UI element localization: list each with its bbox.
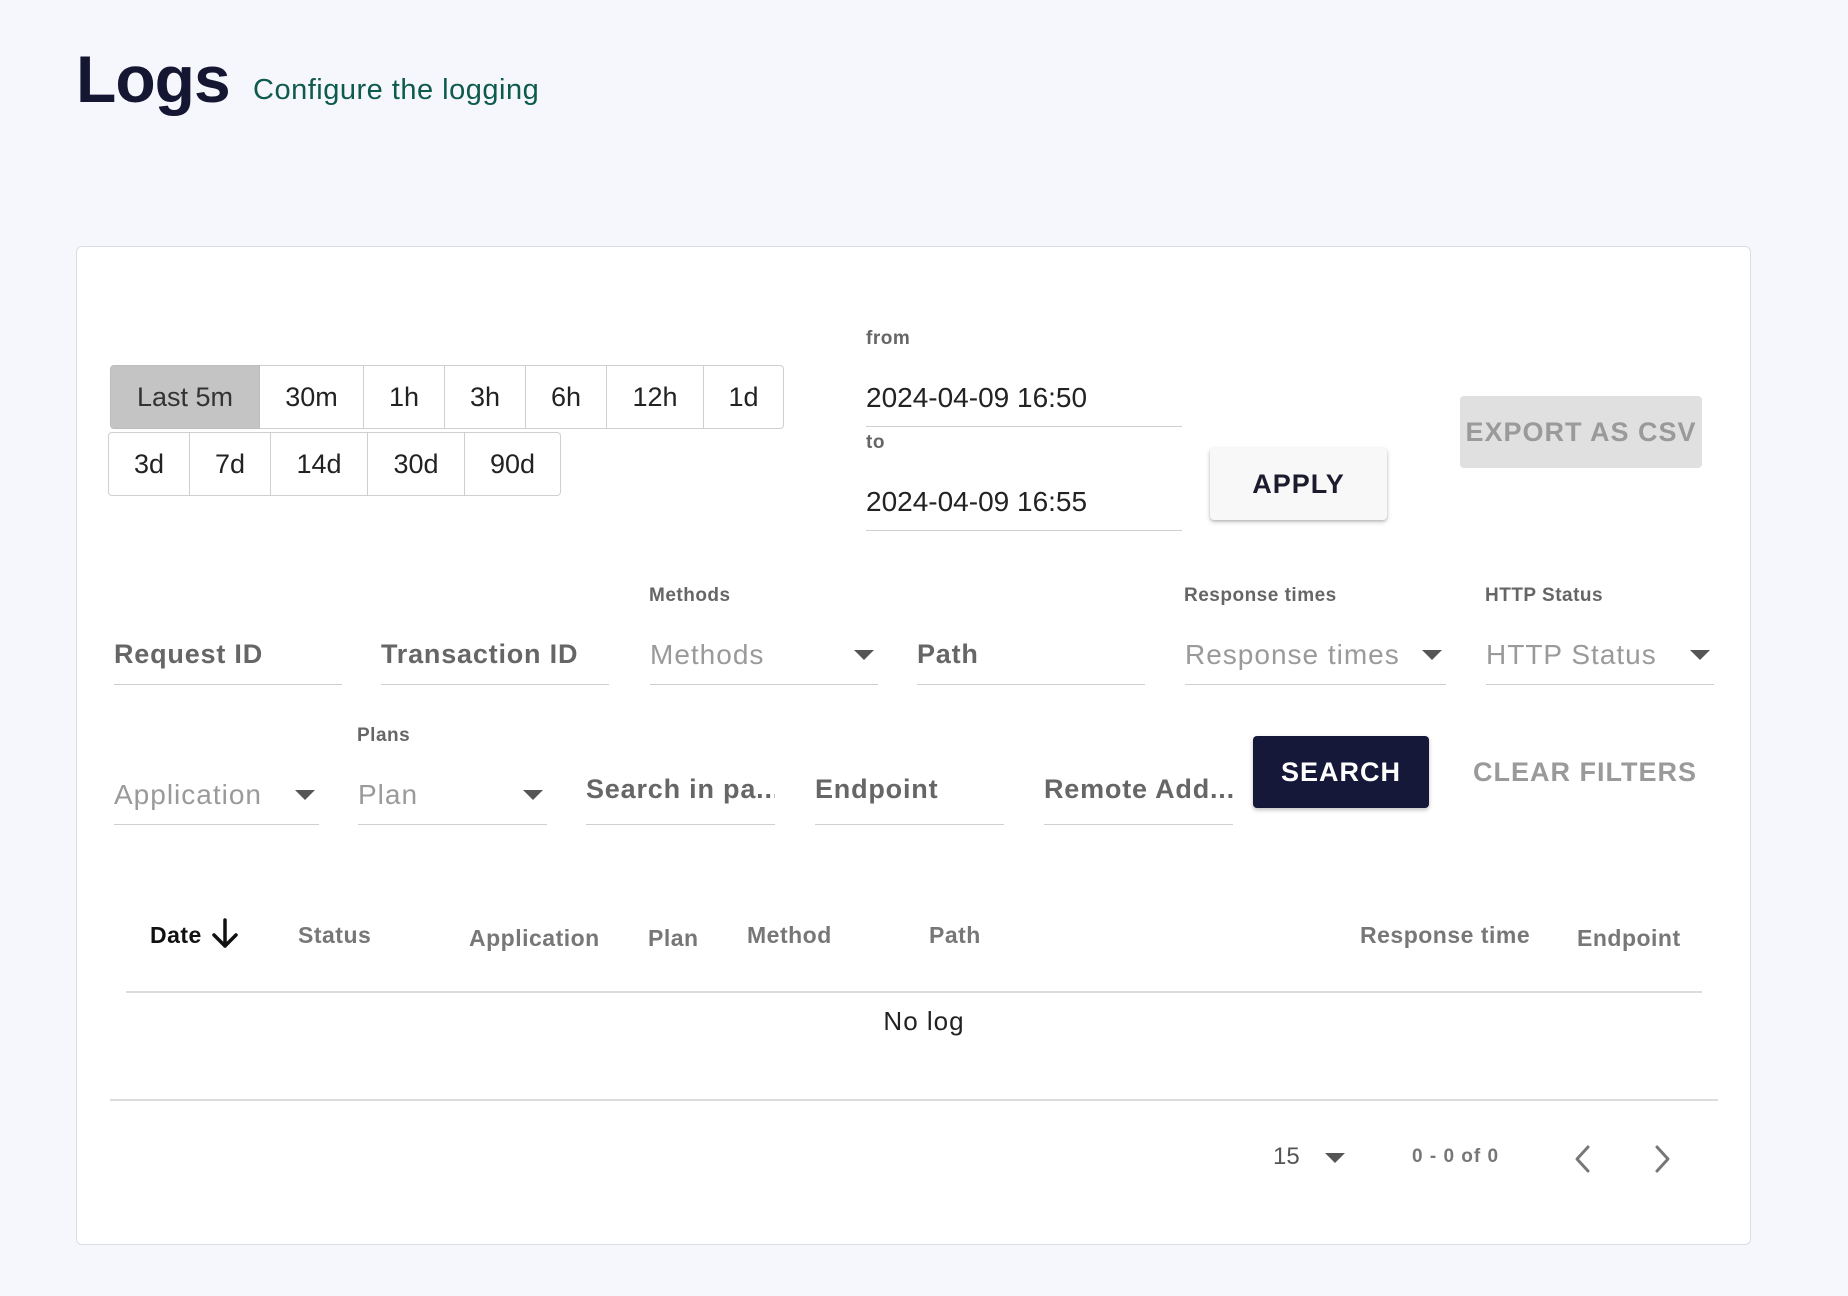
range-30d-button[interactable]: 30d [368,432,465,496]
application-placeholder: Application [114,778,262,810]
clear-filters-button[interactable]: CLEAR FILTERS [1470,736,1700,808]
range-1h-button[interactable]: 1h [364,365,445,429]
range-14d-button[interactable]: 14d [271,432,368,496]
search-payload-field[interactable]: Search in pa... [586,755,775,825]
http-status-select[interactable]: HTTP Status [1486,625,1714,685]
arrow-down-icon [212,918,238,948]
range-3d-button[interactable]: 3d [108,432,190,496]
chevron-right-icon[interactable] [1647,1141,1677,1177]
column-header-status[interactable]: Status [298,922,371,949]
pagination-range: 0 - 0 of 0 [1412,1146,1500,1167]
http-status-label: HTTP Status [1485,585,1604,606]
transaction-id-field[interactable]: Transaction ID [381,625,609,685]
chevron-down-icon [523,789,543,800]
chevron-left-icon[interactable] [1568,1141,1598,1177]
methods-select[interactable]: Methods [650,625,878,685]
empty-table-message: No log [883,1006,965,1036]
remote-address-field[interactable]: Remote Add... [1044,755,1233,825]
column-header-plan[interactable]: Plan [648,925,699,952]
methods-placeholder: Methods [650,638,765,670]
page-size-select[interactable]: 15 [1273,1143,1300,1171]
chevron-down-icon [1690,649,1710,660]
http-status-placeholder: HTTP Status [1486,638,1657,670]
to-label: to [866,432,885,453]
from-date-input[interactable]: 2024-04-09 16:50 [866,378,1182,427]
path-field[interactable]: Path [917,625,1145,685]
response-times-select[interactable]: Response times [1185,625,1446,685]
response-times-placeholder: Response times [1185,638,1400,670]
range-6h-button[interactable]: 6h [526,365,607,429]
range-30m-button[interactable]: 30m [260,365,364,429]
range-3h-button[interactable]: 3h [445,365,526,429]
table-header-divider [126,991,1702,993]
request-id-field[interactable]: Request ID [114,625,342,685]
plan-select[interactable]: Plan [358,765,547,825]
from-label: from [866,328,911,349]
column-header-method[interactable]: Method [747,922,832,949]
table-footer-divider [110,1099,1718,1101]
response-times-label: Response times [1184,585,1337,606]
application-select[interactable]: Application [114,765,319,825]
methods-label: Methods [649,585,731,606]
chevron-down-icon[interactable] [1325,1153,1345,1163]
column-header-date[interactable]: Date [150,918,238,949]
column-header-endpoint[interactable]: Endpoint [1577,925,1681,952]
search-button[interactable]: SEARCH [1253,736,1429,808]
export-csv-button[interactable]: EXPORT AS CSV [1460,396,1702,468]
column-header-response-time[interactable]: Response time [1360,922,1530,949]
range-90d-button[interactable]: 90d [465,432,561,496]
column-header-date-label: Date [150,922,202,948]
range-last-5m-button[interactable]: Last 5m [110,365,260,429]
time-range-group-2: 3d 7d 14d 30d 90d [108,432,561,496]
page-subtitle: Configure the logging [253,74,540,106]
time-range-group-1: Last 5m 30m 1h 3h 6h 12h 1d [110,365,784,429]
apply-button[interactable]: APPLY [1210,448,1387,520]
page-title: Logs [76,42,231,116]
endpoint-field[interactable]: Endpoint [815,755,1004,825]
range-7d-button[interactable]: 7d [190,432,271,496]
range-12h-button[interactable]: 12h [607,365,704,429]
plan-placeholder: Plan [358,778,419,810]
chevron-down-icon [1422,649,1442,660]
column-header-path[interactable]: Path [929,922,981,949]
range-1d-button[interactable]: 1d [704,365,784,429]
plans-label: Plans [357,725,411,746]
column-header-application[interactable]: Application [469,925,600,952]
chevron-down-icon [295,789,315,800]
chevron-down-icon [854,649,874,660]
to-date-input[interactable]: 2024-04-09 16:55 [866,482,1182,531]
